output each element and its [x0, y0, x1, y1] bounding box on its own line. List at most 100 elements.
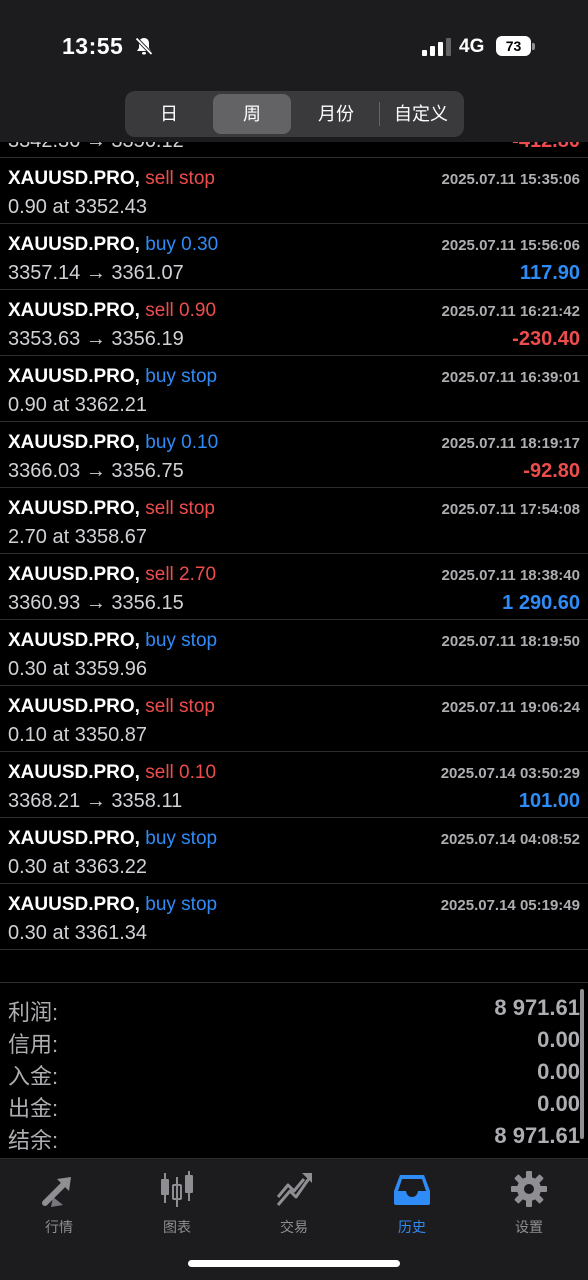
order-side: sell stop [145, 168, 215, 189]
order-symbol: XAUUSD.PRO, [8, 366, 140, 387]
order-detail: 0.30 at 3363.22 [8, 856, 148, 878]
order-row[interactable]: XAUUSD.PRO, sell 0.902025.07.11 14:25:14… [0, 142, 588, 158]
order-row[interactable]: XAUUSD.PRO, buy 0.10 2025.07.11 18:19:17 3… [0, 422, 588, 488]
order-side: buy stop [145, 366, 218, 387]
order-time: 2025.07.14 04:08:52 [440, 831, 580, 848]
tab-quotes[interactable]: 行情 [0, 1167, 118, 1237]
gear-icon [511, 1171, 547, 1207]
order-symbol: XAUUSD.PRO, [8, 432, 140, 453]
order-symbol-line: XAUUSD.PRO, sell stop [8, 498, 215, 520]
order-profit: -230.40 [512, 328, 580, 350]
order-symbol-line: XAUUSD.PRO, sell 0.90 [8, 300, 216, 322]
tab-label: 历史 [398, 1219, 426, 1235]
order-side: sell stop [145, 498, 215, 519]
order-row[interactable]: XAUUSD.PRO, buy stop 2025.07.11 16:39:01 0… [0, 356, 588, 422]
order-side: sell 2.70 [145, 564, 217, 585]
order-symbol-line: XAUUSD.PRO, buy stop [8, 630, 217, 652]
order-profit: 1 290.60 [502, 592, 580, 614]
order-row[interactable]: XAUUSD.PRO, sell 2.70 2025.07.11 18:38:40… [0, 554, 588, 620]
tab-chart[interactable]: 图表 [118, 1167, 236, 1237]
order-profit: 101.00 [518, 790, 580, 812]
chart-candles-icon [161, 1171, 193, 1207]
tab-label: 行情 [45, 1219, 73, 1235]
order-symbol: XAUUSD.PRO, [8, 234, 140, 255]
order-detail: 0.90 at 3362.21 [8, 394, 148, 416]
order-detail: 0.10 at 3350.87 [8, 724, 148, 746]
status-time: 13:55 [62, 33, 124, 59]
order-row[interactable]: XAUUSD.PRO, buy stop 2025.07.14 04:08:52 0… [0, 818, 588, 884]
order-time: 2025.07.11 19:06:24 [441, 699, 580, 716]
summary-label: 信用: [8, 1032, 59, 1057]
order-time: 2025.07.11 17:54:08 [441, 501, 580, 518]
order-symbol: XAUUSD.PRO, [8, 300, 140, 321]
order-time: 2025.07.11 15:56:06 [441, 237, 580, 254]
order-side: buy stop [145, 630, 218, 651]
order-row[interactable]: XAUUSD.PRO, sell stop 2025.07.11 17:54:08… [0, 488, 588, 554]
order-time: 2025.07.11 18:19:17 [441, 435, 580, 452]
order-detail: 3357.14 → 3361.07 [8, 262, 184, 284]
summary-label: 出金: [8, 1096, 59, 1121]
order-side: buy 0.30 [145, 234, 219, 255]
trade-trend-icon [276, 1173, 312, 1206]
order-symbol: XAUUSD.PRO, [8, 828, 140, 849]
order-detail: 3342.36 → 3356.12 [8, 142, 184, 153]
summary-profit: 利润: 8 971.61 [0, 995, 588, 1027]
order-row[interactable]: XAUUSD.PRO, sell stop 2025.07.11 15:35:06… [0, 158, 588, 224]
order-symbol-line: XAUUSD.PRO, buy stop [8, 828, 217, 850]
cellular-signal-icon [422, 38, 451, 56]
order-row[interactable]: XAUUSD.PRO, sell 0.10 2025.07.14 03:50:29… [0, 752, 588, 818]
order-symbol-line: XAUUSD.PRO, buy stop [8, 894, 217, 916]
summary-label: 利润: [8, 1000, 59, 1025]
order-time: 2025.07.11 18:38:40 [441, 567, 580, 584]
order-symbol-line: XAUUSD.PRO, buy stop [8, 366, 217, 388]
order-side: sell 0.90 [145, 300, 217, 321]
summary-withdrawal: 出金: 0.00 [0, 1091, 588, 1123]
period-tab-month[interactable]: 月份 [295, 94, 377, 134]
summary-value: 8 971.61 [494, 995, 580, 1020]
tab-settings[interactable]: 设置 [470, 1167, 588, 1237]
order-row[interactable]: XAUUSD.PRO, sell 0.90 2025.07.11 16:21:42… [0, 290, 588, 356]
order-profit: 117.90 [519, 262, 580, 284]
order-row[interactable]: XAUUSD.PRO, buy stop 2025.07.14 05:19:49 0… [0, 884, 588, 950]
order-side: buy stop [145, 828, 218, 849]
summary-label: 入金: [8, 1064, 59, 1089]
order-detail: 3360.93 → 3356.15 [8, 592, 184, 614]
summary-balance: 结余: 8 971.61 [0, 1123, 588, 1155]
order-detail: 0.30 at 3359.96 [8, 658, 148, 680]
order-symbol-line: XAUUSD.PRO, buy 0.10 [8, 432, 218, 454]
order-time: 2025.07.11 16:21:42 [441, 303, 580, 320]
order-row[interactable]: XAUUSD.PRO, buy 0.30 2025.07.11 15:56:06 3… [0, 224, 588, 290]
order-time: 2025.07.14 03:50:29 [440, 765, 580, 782]
order-detail: 2.70 at 3358.67 [8, 526, 148, 548]
order-side: buy stop [145, 894, 218, 915]
segment-divider [379, 102, 380, 126]
order-symbol-line: XAUUSD.PRO, buy 0.30 [8, 234, 218, 256]
history-inbox-icon [394, 1175, 430, 1205]
tab-label: 图表 [163, 1219, 191, 1235]
order-time: 2025.07.11 18:19:50 [441, 633, 580, 650]
tab-label: 交易 [280, 1219, 308, 1235]
summary-value: 0.00 [537, 1091, 580, 1116]
battery-level: 73 [496, 36, 531, 56]
period-tab-custom[interactable]: 自定义 [382, 94, 460, 134]
battery-icon: 73 [496, 36, 536, 56]
order-symbol: XAUUSD.PRO, [8, 696, 140, 717]
order-detail: 3368.21 → 3358.11 [8, 790, 183, 812]
scrollbar[interactable] [580, 989, 584, 1139]
order-time: 2025.07.11 16:39:01 [441, 369, 580, 386]
period-segmented-control: 日 周 月份 自定义 [125, 91, 464, 137]
order-symbol: XAUUSD.PRO, [8, 630, 140, 651]
history-list[interactable]: XAUUSD.PRO, sell 0.902025.07.11 14:25:14… [0, 142, 588, 982]
order-time: 2025.07.11 15:35:06 [441, 171, 580, 188]
order-row[interactable]: XAUUSD.PRO, sell stop 2025.07.11 19:06:24… [0, 686, 588, 752]
summary-label: 结余: [8, 1128, 59, 1153]
order-detail: 0.90 at 3352.43 [8, 196, 148, 218]
tab-trade[interactable]: 交易 [235, 1167, 353, 1237]
period-tab-day[interactable]: 日 [129, 94, 209, 134]
period-tab-week[interactable]: 周 [213, 94, 291, 134]
order-side: sell 0.10 [145, 762, 217, 783]
order-row[interactable]: XAUUSD.PRO, buy stop 2025.07.11 18:19:50 0… [0, 620, 588, 686]
tab-history[interactable]: 历史 [353, 1167, 471, 1237]
order-time: 2025.07.14 05:19:49 [440, 897, 580, 914]
order-symbol: XAUUSD.PRO, [8, 168, 140, 189]
